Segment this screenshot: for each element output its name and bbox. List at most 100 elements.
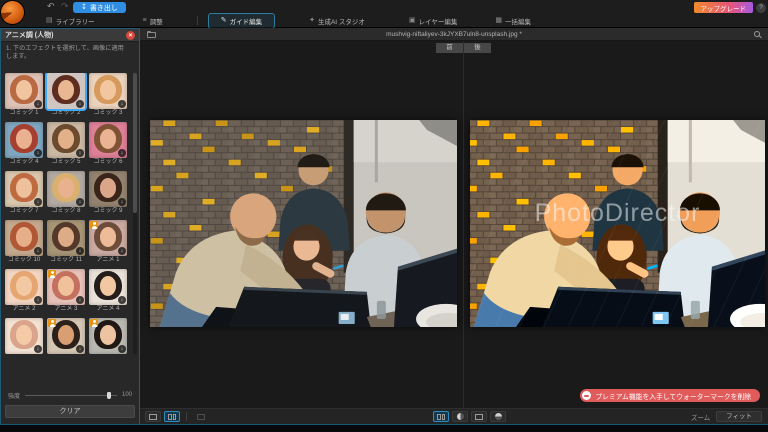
download-icon[interactable]: ↓ xyxy=(34,345,42,353)
effect-thumbnail-label: コミック 4 xyxy=(9,159,39,165)
batch-edit-icon: ▦ xyxy=(495,17,502,24)
download-icon[interactable]: ↓ xyxy=(118,247,126,255)
canvas-divider xyxy=(463,41,464,408)
after-image[interactable]: PhotoDirector xyxy=(470,120,765,327)
redo-icon[interactable]: ↷ xyxy=(61,1,69,11)
effect-thumbnail-label: アニメ 3 xyxy=(54,306,78,312)
effects-panel: アニメ調 (人物) × 1. 下のエフェクトを選択して、画像に適用します。 ↓ コ… xyxy=(0,28,140,424)
generative-ai-icon: ✦ xyxy=(309,17,315,24)
download-icon[interactable]: ↓ xyxy=(76,247,84,255)
viewer-toolbar: ズーム フィット xyxy=(140,408,768,424)
side-by-side-compare-button[interactable] xyxy=(433,411,449,422)
tab-label: 一括編集 xyxy=(504,18,531,26)
effect-thumbnail[interactable]: ↓ xyxy=(89,318,127,355)
scrollbar[interactable] xyxy=(133,73,137,354)
effect-preview-image: ↓ xyxy=(89,220,127,256)
effect-thumbnail[interactable]: ↓ xyxy=(5,318,43,355)
remove-watermark-banner[interactable]: プレミアム機能を入手してウォーターマークを削除 xyxy=(580,389,760,402)
download-icon[interactable]: ↓ xyxy=(34,247,42,255)
download-icon[interactable]: ↓ xyxy=(34,296,42,304)
split-circle-compare-button[interactable] xyxy=(452,411,468,422)
download-icon[interactable]: ↓ xyxy=(76,149,84,157)
compare-mode-group xyxy=(433,411,506,422)
download-icon[interactable]: ↓ xyxy=(76,198,84,206)
library-icon: ▤ xyxy=(46,17,53,24)
tab-library[interactable]: ▤ ライブラリー xyxy=(42,14,99,28)
effect-thumbnail[interactable]: ↓ コミック 2 xyxy=(47,73,85,117)
tab-label: レイヤー編集 xyxy=(418,18,458,26)
intensity-label: 強度 xyxy=(8,393,21,400)
dual-view-button[interactable] xyxy=(164,411,180,422)
tab-generative-ai[interactable]: ✦ 生成AI スタジオ xyxy=(305,14,369,28)
rotate-view-button[interactable] xyxy=(193,411,209,422)
effect-thumbnail[interactable]: ↓ アニメ 2 xyxy=(5,269,43,313)
effect-thumbnail[interactable]: ↓ コミック 11 xyxy=(47,220,85,264)
tab-batch-edit[interactable]: ▦ 一括編集 xyxy=(491,14,535,28)
fit-dropdown[interactable]: フィット xyxy=(716,411,762,422)
effect-thumbnail-label: アニメ 2 xyxy=(12,306,36,312)
tab-bar: ▤ ライブラリー ≡ 調整 ✎ ガイド編集 ✦ 生成AI スタジオ ▣ レイヤー編集 ▦ 一括編集 xyxy=(36,12,535,29)
after-button[interactable]: 後 xyxy=(464,43,491,53)
tab-label: ライブラリー xyxy=(55,18,95,26)
effect-preview-image: ↓ xyxy=(5,73,43,109)
effect-thumbnail[interactable]: ↓ コミック 7 xyxy=(5,171,43,215)
download-icon[interactable]: ↓ xyxy=(34,100,42,108)
intensity-slider-row: 強度 100 xyxy=(8,390,132,400)
effect-thumbnail[interactable]: ↓ アニメ 4 xyxy=(89,269,127,313)
download-icon[interactable]: ↓ xyxy=(118,198,126,206)
download-icon[interactable]: ↓ xyxy=(76,100,84,108)
file-bar: mushvig-niftaliyev-3kJYXB7uln8-unsplash.… xyxy=(140,28,768,41)
upgrade-button[interactable]: アップグレード xyxy=(693,2,753,13)
effect-thumbnail[interactable]: ↓ コミック 4 xyxy=(5,122,43,166)
effect-thumbnail[interactable]: ↓ コミック 1 xyxy=(5,73,43,117)
close-icon[interactable]: × xyxy=(126,30,135,40)
panel-instruction: 1. 下のエフェクトを選択して、画像に適用します。 xyxy=(6,45,124,61)
download-icon[interactable]: ↓ xyxy=(34,198,42,206)
effect-thumbnail[interactable]: ↓ アニメ 1 xyxy=(89,220,127,264)
effect-thumbnail[interactable]: ↓ コミック 9 xyxy=(89,171,127,215)
download-icon[interactable]: ↓ xyxy=(118,100,126,108)
effect-thumbnail[interactable]: ↓ コミック 10 xyxy=(5,220,43,264)
undo-icon[interactable]: ↶ xyxy=(47,1,55,11)
tab-adjust[interactable]: ≡ 調整 xyxy=(139,14,167,28)
effect-thumbnail-label xyxy=(89,354,127,355)
single-view-button[interactable] xyxy=(145,411,161,422)
export-button[interactable]: ↧ 書き出し xyxy=(73,2,126,13)
tab-guided-edit[interactable]: ✎ ガイド編集 xyxy=(207,12,276,29)
clear-button[interactable]: クリア xyxy=(5,405,135,418)
slider-handle[interactable] xyxy=(106,391,111,399)
folder-icon[interactable] xyxy=(147,30,156,38)
effect-preview-image: ↓ xyxy=(47,73,85,109)
download-icon[interactable]: ↓ xyxy=(118,149,126,157)
before-image[interactable] xyxy=(150,120,457,327)
before-button[interactable]: 前 xyxy=(436,43,463,53)
download-icon[interactable]: ↓ xyxy=(76,345,84,353)
tab-layer-edit[interactable]: ▣ レイヤー編集 xyxy=(405,14,461,28)
effect-thumbnail[interactable]: ↓ アニメ 3 xyxy=(47,269,85,313)
download-icon[interactable]: ↓ xyxy=(34,149,42,157)
vertical-split-compare-button[interactable] xyxy=(471,411,487,422)
effect-thumbnail-label: コミック 1 xyxy=(9,110,39,116)
effect-preview-image: ↓ xyxy=(5,122,43,158)
effect-thumbnail[interactable]: ↓ コミック 3 xyxy=(89,73,127,117)
scrollbar-thumb[interactable] xyxy=(133,73,137,213)
effect-thumbnail[interactable]: ↓ コミック 5 xyxy=(47,122,85,166)
download-icon[interactable]: ↓ xyxy=(118,345,126,353)
effect-preview-image: ↓ xyxy=(5,269,43,305)
effect-preview-image: ↓ xyxy=(5,171,43,207)
intensity-slider[interactable] xyxy=(25,391,117,399)
horizontal-split-compare-button[interactable] xyxy=(490,411,506,422)
effect-preview-image: ↓ xyxy=(47,122,85,158)
effect-preview-image: ↓ xyxy=(5,318,43,354)
effect-thumbnail[interactable]: ↓ コミック 8 xyxy=(47,171,85,215)
view-mode-group xyxy=(145,411,209,422)
effect-thumbnail[interactable]: ↓ xyxy=(47,318,85,355)
help-icon[interactable]: ? xyxy=(756,3,766,13)
magnifier-icon[interactable] xyxy=(754,31,760,37)
download-icon[interactable]: ↓ xyxy=(118,296,126,304)
upgrade-button-label: アップグレード xyxy=(700,5,747,13)
download-icon[interactable]: ↓ xyxy=(76,296,84,304)
effect-thumbnail[interactable]: ↓ コミック 6 xyxy=(89,122,127,166)
effect-thumbnail-label: コミック 2 xyxy=(51,110,81,116)
effect-thumbnail-label: コミック 3 xyxy=(93,110,123,116)
